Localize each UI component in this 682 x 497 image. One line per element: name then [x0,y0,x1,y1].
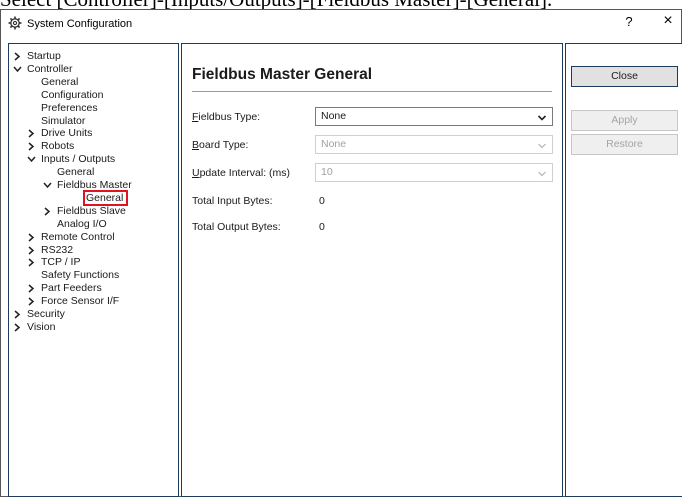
tree-item-label: Fieldbus Slave [57,204,126,217]
tree-item-label: Configuration [41,88,104,101]
update-interval-label: Update Interval: (ms) [192,167,291,179]
tree-item[interactable]: Fieldbus Slave [9,205,178,218]
tree-item-label: General [41,75,79,88]
restore-button[interactable]: Restore [571,134,678,155]
chevron-down-icon [537,112,547,122]
gear-icon [8,16,22,30]
board-type-select[interactable]: None [315,135,553,154]
tree-item-label: TCP / IP [41,256,81,269]
total-input-bytes-label: Total Input Bytes: [192,195,273,207]
tree-item[interactable]: Part Feeders [9,282,178,295]
chevron-right-icon[interactable] [13,321,23,334]
apply-button[interactable]: Apply [571,110,678,131]
tree-item[interactable]: Inputs / Outputs [9,153,178,166]
tree-item[interactable]: Preferences [9,102,178,115]
close-button[interactable]: Close [571,66,678,87]
tree-item-label: Drive Units [41,127,93,140]
tree-item-label: Controller [27,62,73,75]
chevron-right-icon[interactable] [13,308,23,321]
total-input-bytes-value: 0 [319,195,325,207]
fieldbus-type-select[interactable]: None [315,107,553,126]
chevron-right-icon[interactable] [27,256,37,269]
settings-pane: Fieldbus Master General Fieldbus Type: N… [181,43,563,497]
tree-item[interactable]: Remote Control [9,231,178,244]
tree-item[interactable]: Simulator [9,115,178,128]
navigation-tree-pane: Startup Controller General Configuration Pre… [8,43,179,497]
tree-item-label: Safety Functions [41,269,120,282]
fieldbus-type-value: None [321,110,347,122]
tree-item[interactable]: Configuration [9,89,178,102]
panel-heading: Fieldbus Master General [192,66,373,83]
board-type-label: Board Type: [192,139,249,151]
chevron-down-icon[interactable] [43,179,53,192]
selection-highlight [83,189,128,206]
tree-item[interactable]: Force Sensor I/F [9,295,178,308]
tree-item-label: General [57,166,95,179]
chevron-right-icon[interactable] [27,140,37,153]
chevron-down-icon[interactable] [13,63,23,76]
heading-divider [192,91,552,92]
update-interval-select[interactable]: 10 [315,163,553,182]
window-title: System Configuration [27,18,133,30]
total-output-bytes-label: Total Output Bytes: [192,221,281,233]
tree-item[interactable]: Controller [9,63,178,76]
chevron-right-icon[interactable] [27,282,37,295]
fieldbus-type-label: Fieldbus Type: [192,111,261,123]
board-type-value: None [321,138,347,150]
tree-item[interactable]: Startup [9,50,178,63]
chevron-right-icon[interactable] [27,231,37,244]
tree-item[interactable]: Robots [9,140,178,153]
tree-item[interactable]: General [9,76,178,89]
tree-item[interactable]: TCP / IP [9,256,178,269]
tree-item-label: Robots [41,140,75,153]
action-button-pane: Close Apply Restore [565,43,682,497]
window-close-button[interactable]: × [660,12,676,32]
tree-item-label: Analog I/O [57,217,107,230]
tree-item-label: Preferences [41,101,98,114]
chevron-right-icon[interactable] [27,244,37,257]
chevron-right-icon[interactable] [27,295,37,308]
total-output-bytes-value: 0 [319,221,325,233]
tree-item-label: Startup [27,50,61,62]
chevron-down-icon[interactable] [27,153,37,166]
tree-item[interactable]: RS232 [9,244,178,257]
tree-item-label: RS232 [41,243,74,256]
chevron-right-icon[interactable] [13,50,23,63]
chevron-down-icon [537,168,547,178]
tree-item-label: Remote Control [41,230,115,243]
chevron-right-icon[interactable] [43,205,53,218]
system-configuration-window: System Configuration ? × Startup Controll… [0,9,682,497]
chevron-down-icon [537,140,547,150]
tree-item[interactable]: Safety Functions [9,269,178,282]
tree-item-label: Security [27,308,65,320]
tree-item[interactable]: Analog I/O [9,218,178,231]
tree-item-label: Force Sensor I/F [41,295,120,308]
tree-item-label: Inputs / Outputs [41,153,116,166]
update-interval-value: 10 [321,166,333,178]
tree-item-label: Vision [27,320,56,333]
tree-item[interactable]: Vision [9,321,178,334]
page-caption: Select [Controller]-[Inputs/Outputs]-[Fi… [0,0,682,9]
tree-item-label: Part Feeders [41,282,102,295]
tree-item[interactable]: Security [9,308,178,321]
chevron-right-icon[interactable] [27,127,37,140]
help-button[interactable]: ? [622,14,636,32]
tree-item[interactable]: General [9,166,178,179]
tree-item[interactable]: Drive Units [9,127,178,140]
title-bar: System Configuration ? × [1,10,681,38]
tree-item-label: Simulator [41,114,86,127]
